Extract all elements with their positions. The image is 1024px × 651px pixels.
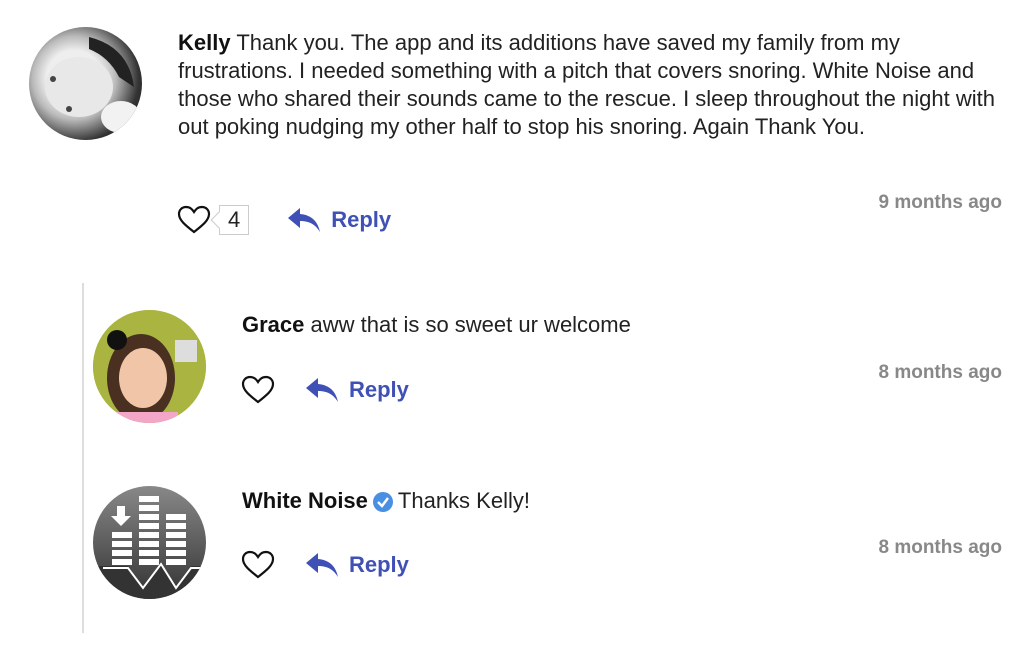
reply-text: aww that is so sweet ur welcome xyxy=(310,312,631,337)
avatar-photo xyxy=(93,310,206,423)
reply-timestamp: 8 months ago xyxy=(878,362,1002,383)
comment-author[interactable]: Kelly xyxy=(178,30,231,55)
reply-actions: Reply xyxy=(241,375,409,405)
reply-button[interactable]: Reply xyxy=(305,376,409,404)
white-noise-logo-icon xyxy=(93,496,206,599)
reply-author[interactable]: Grace xyxy=(242,312,304,337)
comment-text: Thank you. The app and its additions hav… xyxy=(178,30,995,139)
comment-body-kelly: Kelly Thank you. The app and its additio… xyxy=(178,29,998,141)
heart-icon[interactable] xyxy=(177,205,211,235)
reply-arrow-icon xyxy=(306,553,338,577)
comment-timestamp: 9 months ago xyxy=(878,192,1002,213)
avatar-photo xyxy=(45,37,141,133)
reply-arrow-icon xyxy=(288,208,321,232)
like-count: 4 xyxy=(219,205,250,235)
heart-icon[interactable] xyxy=(241,375,275,405)
reply-label: Reply xyxy=(349,377,409,402)
reply-body-grace: Grace aww that is so sweet ur welcome xyxy=(242,311,631,339)
avatar-kelly[interactable] xyxy=(29,27,142,140)
reply-timestamp: 8 months ago xyxy=(878,537,1002,558)
reply-button[interactable]: Reply xyxy=(305,551,409,579)
reply-body-white-noise: White Noise Thanks Kelly! xyxy=(242,487,530,515)
reply-label: Reply xyxy=(331,207,392,232)
reply-arrow-icon xyxy=(306,378,338,402)
reply-actions: Reply xyxy=(241,550,409,580)
reply-button[interactable]: Reply xyxy=(287,206,391,234)
thread-line xyxy=(82,283,84,633)
reply-author[interactable]: White Noise xyxy=(242,488,368,513)
avatar-grace[interactable] xyxy=(93,310,206,423)
comment-actions: 4 Reply xyxy=(177,205,391,235)
heart-icon[interactable] xyxy=(241,550,275,580)
verified-badge-icon xyxy=(372,492,393,513)
avatar-white-noise[interactable] xyxy=(93,486,206,599)
reply-text: Thanks Kelly! xyxy=(397,488,530,513)
reply-label: Reply xyxy=(349,552,409,577)
